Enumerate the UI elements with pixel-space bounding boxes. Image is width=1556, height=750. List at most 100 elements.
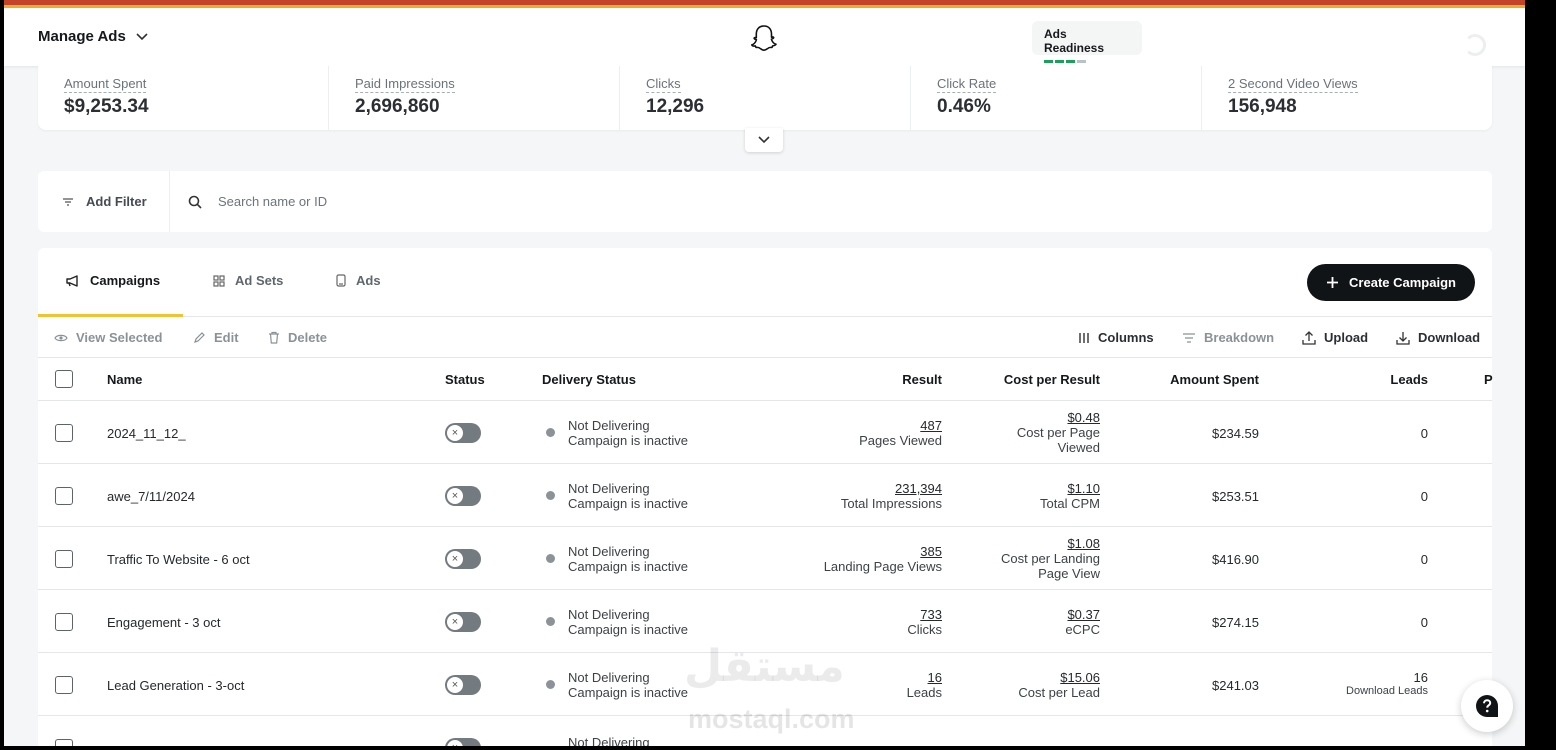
close-icon: × bbox=[446, 739, 464, 746]
delivery-status-text: Not Delivering bbox=[568, 481, 650, 496]
download-leads-link[interactable]: Download Leads bbox=[1346, 685, 1428, 697]
close-icon: × bbox=[446, 424, 464, 442]
tab-ads[interactable]: Ads bbox=[336, 273, 381, 288]
campaign-name[interactable]: Lead Generation - 3-oct bbox=[107, 678, 244, 693]
table-header: Name Status Delivery Status Result Cost … bbox=[38, 359, 1493, 401]
column-header-amount-spent[interactable]: Amount Spent bbox=[1170, 372, 1259, 387]
upload-icon bbox=[1302, 330, 1316, 345]
snapchat-ghost-icon[interactable] bbox=[750, 24, 778, 52]
cost-value[interactable]: $15.06 bbox=[1018, 670, 1100, 685]
row-checkbox[interactable] bbox=[55, 613, 73, 631]
delivery-status-detail: Campaign is inactive bbox=[568, 622, 688, 637]
row-checkbox[interactable] bbox=[55, 424, 73, 442]
create-campaign-label: Create Campaign bbox=[1349, 275, 1456, 290]
search-input[interactable] bbox=[218, 194, 618, 209]
column-header-leads[interactable]: Leads bbox=[1390, 372, 1428, 387]
column-header-truncated[interactable]: P bbox=[1484, 372, 1493, 387]
cost-value[interactable]: $1.08 bbox=[1001, 536, 1100, 551]
help-chat-icon bbox=[1476, 695, 1498, 717]
cost-value[interactable]: $0.48 bbox=[1017, 410, 1100, 425]
campaign-name[interactable]: Traffic To Website - 6 oct bbox=[107, 552, 250, 567]
metric-amount-spent: Amount Spent $9,253.34 bbox=[38, 66, 329, 130]
amount-spent: $274.15 bbox=[1212, 615, 1259, 630]
column-header-result[interactable]: Result bbox=[902, 372, 942, 387]
breakdown-button[interactable]: Breakdown bbox=[1182, 330, 1274, 345]
add-filter-button[interactable]: Add Filter bbox=[38, 171, 170, 232]
result-cell: 231,394 Total Impressions bbox=[841, 481, 942, 511]
cost-value[interactable]: $1.10 bbox=[1040, 481, 1100, 496]
view-selected-button[interactable]: View Selected bbox=[54, 330, 162, 345]
result-value[interactable]: 16 bbox=[907, 670, 942, 685]
tab-ad-sets[interactable]: Ad Sets bbox=[213, 273, 283, 288]
tab-campaigns[interactable]: Campaigns bbox=[66, 273, 160, 288]
leads-value: 0 bbox=[1420, 615, 1428, 630]
delete-button[interactable]: Delete bbox=[268, 330, 327, 345]
delivery-status-text: Not Delivering bbox=[568, 418, 650, 433]
create-campaign-button[interactable]: Create Campaign bbox=[1307, 264, 1475, 301]
cost-label-line-2: Page View bbox=[1038, 566, 1100, 581]
close-icon: × bbox=[446, 676, 464, 694]
delivery-status-detail: Campaign is inactive bbox=[568, 433, 688, 448]
status-toggle[interactable]: × bbox=[445, 675, 481, 695]
amount-spent: $241.03 bbox=[1212, 678, 1259, 693]
leads-value: 16 bbox=[1413, 670, 1428, 685]
ads-readiness-label: Ads Readiness bbox=[1044, 27, 1105, 55]
search-box bbox=[170, 171, 1492, 232]
result-label: Clicks bbox=[907, 622, 942, 637]
result-label: Leads bbox=[906, 685, 942, 700]
expand-metrics-button[interactable] bbox=[745, 128, 783, 152]
select-all-checkbox[interactable] bbox=[55, 370, 73, 388]
column-header-status[interactable]: Status bbox=[445, 372, 485, 387]
metric-label[interactable]: 2 Second Video Views bbox=[1228, 76, 1358, 93]
table-row[interactable]: 2024_11_12_ × Not Delivering Campaign is … bbox=[38, 401, 1492, 464]
status-toggle[interactable]: × bbox=[445, 423, 481, 443]
table-row[interactable]: Traffic To Website - 6 oct × Not Deliver… bbox=[38, 527, 1492, 590]
column-header-cost-per-result[interactable]: Cost per Result bbox=[1004, 372, 1100, 387]
download-button[interactable]: Download bbox=[1396, 330, 1480, 345]
result-value[interactable]: 385 bbox=[824, 544, 942, 559]
metric-label[interactable]: Click Rate bbox=[937, 76, 997, 93]
cost-label: Cost per Landing bbox=[1000, 551, 1100, 566]
edit-label: Edit bbox=[214, 330, 239, 345]
ads-readiness-progress bbox=[1044, 60, 1130, 63]
cost-label: Cost per Page bbox=[1016, 425, 1100, 440]
row-checkbox[interactable] bbox=[55, 739, 73, 746]
column-header-name[interactable]: Name bbox=[107, 372, 142, 387]
status-toggle[interactable]: × bbox=[445, 738, 481, 746]
cost-cell: $1.10 Total CPM bbox=[1040, 481, 1100, 511]
campaign-name[interactable]: awe_7/11/2024 bbox=[107, 489, 195, 504]
row-checkbox[interactable] bbox=[55, 487, 73, 505]
delivery-status-detail: Campaign is inactive bbox=[568, 685, 688, 700]
campaign-name[interactable]: 2024_11_12_ bbox=[107, 426, 186, 441]
result-value[interactable]: 231,394 bbox=[841, 481, 942, 496]
row-checkbox[interactable] bbox=[55, 676, 73, 694]
breakdown-icon bbox=[1183, 332, 1195, 343]
manage-ads-dropdown[interactable]: Manage Ads bbox=[38, 28, 148, 45]
metric-label[interactable]: Paid Impressions bbox=[355, 76, 455, 93]
pencil-icon bbox=[194, 332, 205, 343]
ads-readiness-widget[interactable]: Ads Readiness bbox=[1032, 21, 1142, 63]
delete-label: Delete bbox=[288, 330, 328, 345]
status-toggle[interactable]: × bbox=[445, 486, 481, 506]
result-value[interactable]: 733 bbox=[907, 607, 942, 622]
metric-value: 2,696,860 bbox=[355, 96, 440, 117]
edit-button[interactable]: Edit bbox=[193, 330, 239, 345]
status-toggle[interactable]: × bbox=[445, 549, 481, 569]
row-checkbox[interactable] bbox=[55, 550, 73, 568]
metric-label[interactable]: Amount Spent bbox=[64, 76, 147, 93]
campaign-name[interactable]: Engagement - 3 oct bbox=[107, 615, 220, 630]
column-header-delivery-status[interactable]: Delivery Status bbox=[542, 372, 636, 387]
delivery-status-detail: Campaign is inactive bbox=[568, 559, 688, 574]
result-value[interactable]: 487 bbox=[859, 418, 942, 433]
upload-button[interactable]: Upload bbox=[1302, 330, 1368, 345]
cost-value[interactable]: $0.37 bbox=[1065, 607, 1100, 622]
delivery-status-dot bbox=[546, 617, 555, 626]
view-selected-label: View Selected bbox=[76, 330, 163, 345]
columns-button[interactable]: Columns bbox=[1078, 330, 1154, 345]
help-button[interactable] bbox=[1461, 680, 1513, 732]
metric-label[interactable]: Clicks bbox=[646, 76, 681, 93]
cost-cell: $0.37 eCPC bbox=[1065, 607, 1100, 637]
table-row[interactable]: awe_7/11/2024 × Not Delivering Campaign i… bbox=[38, 464, 1492, 527]
delivery-status-text: Not Delivering bbox=[568, 544, 650, 559]
status-toggle[interactable]: × bbox=[445, 612, 481, 632]
